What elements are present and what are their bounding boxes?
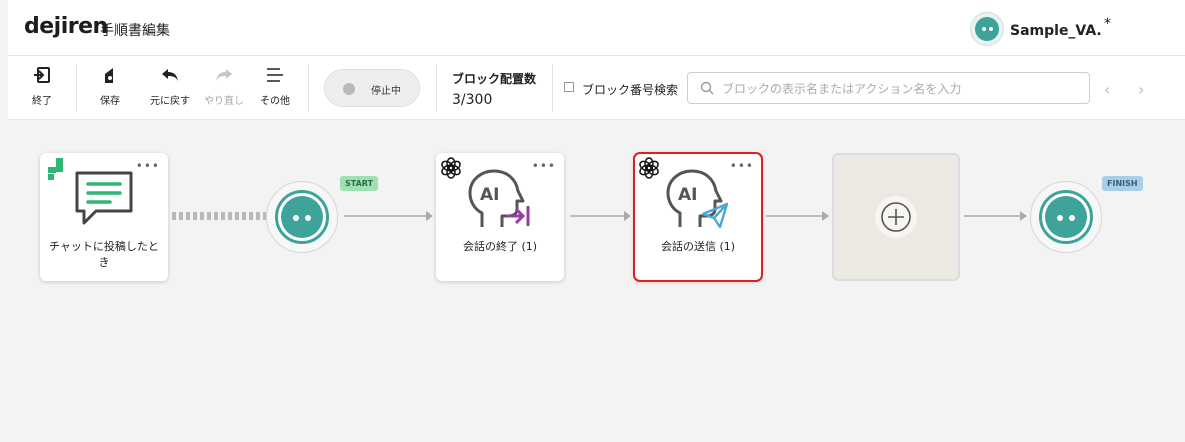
menu-icon: [267, 68, 283, 82]
start-badge: START: [340, 176, 379, 191]
more-options-icon[interactable]: •••: [136, 159, 160, 173]
app-logo[interactable]: dejiren: [24, 14, 108, 39]
plus-icon: [874, 195, 918, 239]
page-title: 手順書編集: [100, 23, 170, 39]
ai-text: AI: [480, 185, 499, 205]
start-node[interactable]: [266, 181, 338, 253]
more-options-icon[interactable]: •••: [532, 159, 556, 173]
block-count-label: ブロック配置数: [452, 72, 537, 86]
dejiren-trigger-icon: [48, 158, 63, 180]
ai-text: AI: [678, 185, 697, 205]
save-label: 保存: [100, 96, 120, 107]
other-menu-button[interactable]: その他: [258, 66, 292, 114]
user-avatar[interactable]: [970, 12, 1004, 46]
user-name[interactable]: Sample_VA.: [1010, 23, 1102, 39]
arrow-add-to-finish: [1020, 211, 1027, 221]
finish-badge: FINISH: [1102, 176, 1143, 191]
trigger-block-card[interactable]: ••• チャットに投稿したとき: [40, 153, 168, 281]
redo-button[interactable]: やり直し: [202, 66, 246, 114]
add-block-button[interactable]: [832, 153, 960, 281]
block-number-search-checkbox[interactable]: [564, 82, 574, 92]
undo-label: 元に戻す: [150, 96, 190, 107]
toggle-knob: [343, 83, 355, 95]
arrow-block1-to-block2: [624, 211, 631, 221]
openai-icon: [639, 157, 659, 179]
redo-icon: [216, 69, 232, 81]
exit-icon: [34, 67, 50, 83]
save-button[interactable]: 保存: [96, 66, 124, 114]
other-label: その他: [260, 96, 290, 107]
send-conversation-block-card[interactable]: ••• AI 会話の送信 (1): [633, 152, 763, 282]
exit-label: 終了: [32, 96, 52, 107]
save-icon: [105, 68, 113, 83]
block-count-value: 3/300: [452, 92, 493, 108]
flow-connectors: [172, 211, 1027, 221]
flow-canvas[interactable]: ••• チャットに投稿したとき START ••• AI 会話の終了 (1) •…: [0, 121, 1185, 442]
arrow-block2-to-add: [822, 211, 829, 221]
trigger-block-label: チャットに投稿したとき: [49, 240, 159, 269]
end-conversation-block-card[interactable]: ••• AI 会話の終了 (1): [436, 153, 564, 281]
search-next-button[interactable]: ›: [1138, 80, 1144, 99]
undo-button[interactable]: 元に戻す: [148, 66, 192, 114]
exit-button[interactable]: 終了: [26, 66, 58, 114]
editor-toolbar: 終了 保存 元に戻す やり直し その他 停止中 ブロック配置数 3/300 ブロ…: [8, 56, 1185, 120]
send-icon: [701, 202, 729, 229]
search-icon: [700, 81, 714, 95]
app-header: dejiren 手順書編集 Sample_VA. *: [8, 0, 1185, 56]
more-options-icon[interactable]: •••: [730, 159, 754, 173]
openai-icon: [441, 157, 461, 179]
unsaved-indicator: *: [1104, 16, 1111, 32]
block-search-input[interactable]: [722, 79, 1082, 99]
end-conversation-icon: [506, 206, 530, 226]
chat-icon: [75, 171, 133, 225]
finish-node[interactable]: [1030, 181, 1102, 253]
block-number-search-label: ブロック番号検索: [582, 83, 679, 97]
redo-label: やり直し: [204, 96, 244, 107]
run-toggle[interactable]: 停止中: [324, 69, 420, 107]
arrow-start-to-block1: [426, 211, 433, 221]
send-conversation-block-label: 会話の送信 (1): [660, 240, 736, 253]
block-search-box[interactable]: [687, 72, 1090, 104]
undo-icon: [162, 69, 178, 81]
search-prev-button[interactable]: ‹: [1104, 80, 1110, 99]
toggle-status: 停止中: [371, 86, 401, 97]
end-conversation-block-label: 会話の終了 (1): [462, 240, 538, 253]
